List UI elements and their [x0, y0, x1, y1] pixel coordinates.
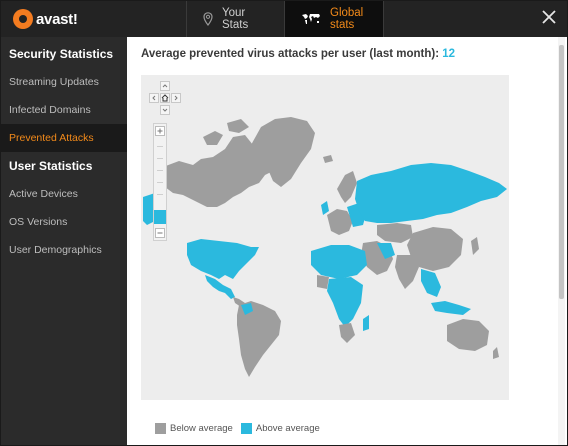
legend-swatch-above [240, 423, 252, 434]
map-region-north-africa[interactable] [311, 245, 367, 279]
tab-your-stats[interactable]: Your Stats [186, 1, 284, 37]
map-region-madagascar[interactable] [363, 315, 369, 331]
map-region-southeast-asia[interactable] [421, 269, 441, 297]
tab-global-stats[interactable]: Global stats [284, 1, 384, 37]
zoom-tick [157, 182, 163, 183]
world-map[interactable] [141, 75, 509, 400]
chevron-right-icon [174, 95, 178, 101]
app-window: avast! Your Stats Global stats Security … [0, 0, 568, 446]
zoom-tick [157, 158, 163, 159]
zoom-in-button[interactable] [155, 126, 165, 136]
zoom-slider[interactable] [153, 123, 167, 241]
chevron-down-icon [162, 108, 168, 112]
scrollbar-thumb[interactable] [559, 45, 564, 299]
title-bar: avast! Your Stats Global stats [1, 1, 567, 37]
sidebar-item-prevented-attacks[interactable]: Prevented Attacks [1, 124, 127, 152]
map-region-new-zealand[interactable] [493, 347, 499, 359]
map-region-russia[interactable] [355, 163, 507, 223]
world-map-icon [301, 13, 321, 25]
tab-your-stats-label: Your Stats [222, 7, 249, 31]
world-map-graphic [143, 117, 507, 377]
map-region-indonesia[interactable] [431, 301, 471, 315]
tab-bar: Your Stats Global stats [186, 1, 384, 37]
chevron-left-icon [152, 95, 156, 101]
pan-up-button[interactable] [160, 81, 170, 91]
map-pin-icon [203, 12, 213, 26]
map-region-uk[interactable] [321, 201, 329, 215]
map-region-mexico[interactable] [205, 275, 235, 299]
map-region-australia[interactable] [447, 319, 489, 351]
zoom-tick [157, 146, 163, 147]
sidebar: Security Statistics Streaming Updates In… [1, 37, 127, 445]
page-title: Average prevented virus attacks per user… [141, 48, 455, 60]
map-legend: Below average Above average [155, 423, 328, 434]
close-icon [542, 10, 556, 24]
avast-logo-icon [13, 9, 33, 29]
plus-icon [157, 128, 163, 134]
zoom-tick [157, 194, 163, 195]
sidebar-item-active-devices[interactable]: Active Devices [1, 180, 127, 208]
pan-home-button[interactable] [160, 93, 170, 103]
pan-down-button[interactable] [160, 105, 170, 115]
headline-text: Average prevented virus attacks per user… [141, 48, 440, 60]
map-region-india[interactable] [395, 255, 419, 289]
legend-above-label: Above average [255, 423, 320, 434]
map-region-south-america[interactable] [237, 301, 281, 377]
map-region-usa[interactable] [187, 239, 259, 279]
minus-icon [157, 232, 163, 234]
sidebar-item-user-demographics[interactable]: User Demographics [1, 236, 127, 264]
sidebar-item-streaming-updates[interactable]: Streaming Updates [1, 68, 127, 96]
main-panel: Average prevented virus attacks per user… [127, 37, 567, 445]
map-region-central-asia[interactable] [377, 223, 413, 243]
legend-above-average: Above average [240, 423, 320, 434]
chevron-up-icon [162, 84, 168, 88]
pan-left-button[interactable] [149, 93, 159, 103]
close-button[interactable] [539, 7, 559, 27]
tab-global-stats-label: Global stats [330, 7, 364, 31]
map-region-south-africa[interactable] [339, 323, 355, 343]
map-region-west-africa[interactable] [317, 275, 329, 289]
avast-logo: avast! [13, 9, 78, 29]
zoom-slider-handle[interactable] [154, 210, 166, 224]
security-statistics-heading: Security Statistics [9, 47, 114, 61]
zoom-out-button[interactable] [155, 228, 165, 238]
map-region-scandinavia[interactable] [337, 171, 357, 203]
user-statistics-heading: User Statistics [9, 159, 93, 173]
avast-logo-text: avast! [36, 10, 78, 28]
vertical-scrollbar[interactable] [558, 37, 565, 445]
sidebar-item-os-versions[interactable]: OS Versions [1, 208, 127, 236]
home-icon [161, 94, 169, 102]
zoom-tick [157, 170, 163, 171]
map-region-central-africa[interactable] [327, 277, 363, 327]
legend-swatch-below [155, 423, 166, 434]
pan-right-button[interactable] [171, 93, 181, 103]
map-region-iceland[interactable] [323, 155, 333, 163]
headline-value: 12 [442, 48, 456, 60]
map-region-japan[interactable] [471, 237, 479, 255]
sidebar-item-infected-domains[interactable]: Infected Domains [1, 96, 127, 124]
legend-below-label: Below average [170, 423, 233, 434]
legend-below-average: Below average [155, 423, 233, 434]
